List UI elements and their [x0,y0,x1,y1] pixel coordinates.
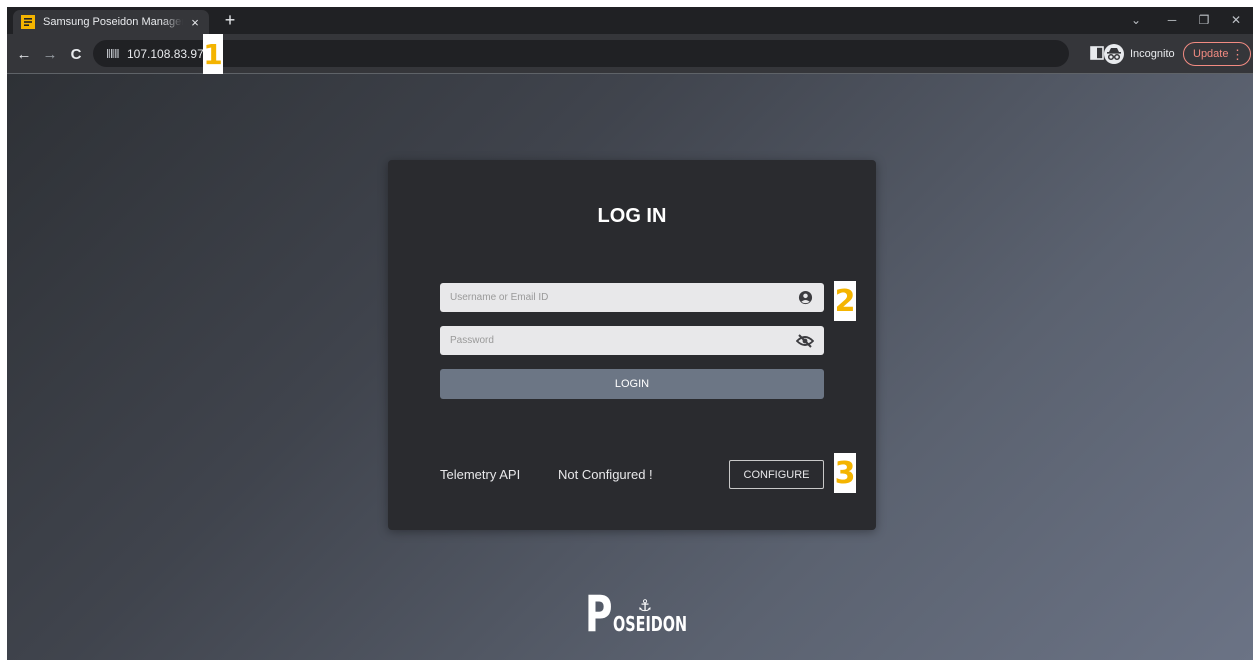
annotation-marker-3: 3 [834,453,856,493]
logo-text: OSEIDON [613,612,688,636]
incognito-label: Incognito [1130,48,1175,60]
annotation-marker-2: 2 [834,281,856,321]
new-tab-button[interactable]: + [219,11,241,31]
tab-search-icon[interactable]: ⌄ [1121,9,1151,31]
username-input[interactable] [450,292,796,303]
password-input[interactable] [450,335,796,346]
telemetry-api-label: Telemetry API [440,467,521,482]
eye-slash-icon[interactable] [796,332,814,350]
poseidon-logo: P ⚓ OSEIDON [585,585,688,643]
login-title: LOG IN [597,205,667,227]
menu-dots-icon[interactable]: ⋮ [1231,47,1244,63]
forward-icon[interactable]: → [39,43,61,65]
browser-toolbar: ← → C 107.108.83.97 1 Incognito Update ⋮ [7,34,1253,74]
incognito-icon [1104,44,1124,64]
update-label: Update [1193,48,1229,60]
logo-letter: P [585,585,613,643]
user-circle-icon [796,289,814,307]
not-secure-icon[interactable] [107,49,119,59]
login-button[interactable]: LOGIN [440,369,824,399]
side-panel-icon[interactable] [1090,46,1104,60]
username-field[interactable] [440,283,824,312]
address-bar[interactable]: 107.108.83.97 [93,40,1069,67]
tab-strip: Samsung Poseidon Management × + ⌄ ─ ❐ ✕ [7,7,1253,34]
login-card: LOG IN 2 LOGIN Telemetry API Not Configu… [388,160,876,530]
tab-title: Samsung Poseidon Management [43,16,183,28]
page-favicon-icon [21,15,35,29]
reload-icon[interactable]: C [65,43,87,65]
update-button[interactable]: Update ⋮ [1183,42,1251,66]
page-viewport: LOG IN 2 LOGIN Telemetry API Not Configu… [7,74,1253,660]
close-window-icon[interactable]: ✕ [1221,9,1251,31]
url-text: 107.108.83.97 [127,46,204,61]
browser-window: Samsung Poseidon Management × + ⌄ ─ ❐ ✕ … [7,7,1253,660]
annotation-marker-1: 1 [203,34,223,74]
restore-icon[interactable]: ❐ [1189,9,1219,31]
tab-close-icon[interactable]: × [187,14,203,30]
back-icon[interactable]: ← [13,43,35,65]
configure-button[interactable]: CONFIGURE [729,460,824,489]
incognito-indicator[interactable]: Incognito [1104,42,1175,66]
password-field[interactable] [440,326,824,355]
telemetry-status: Not Configured ! [558,467,653,482]
tab-samsung-poseidon[interactable]: Samsung Poseidon Management × [13,10,209,34]
minimize-icon[interactable]: ─ [1157,9,1187,31]
